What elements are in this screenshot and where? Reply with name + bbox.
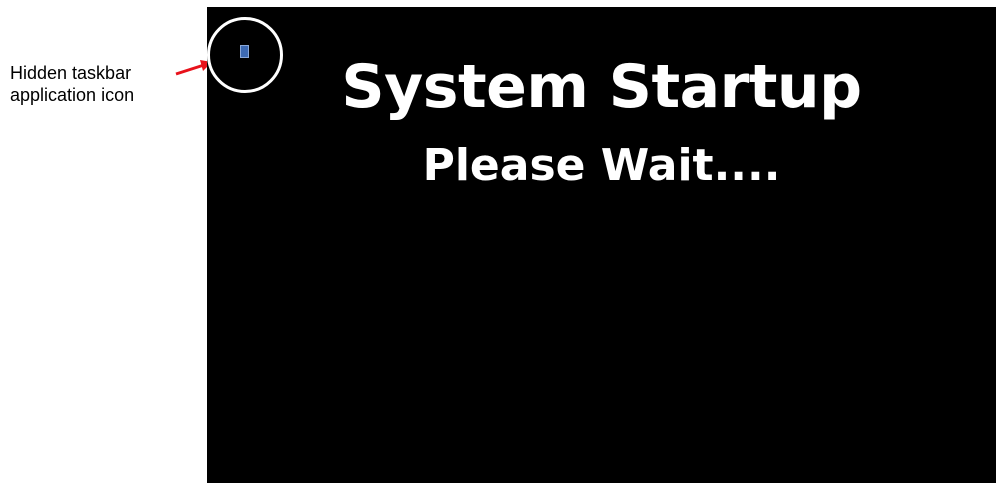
annotation-label: Hidden taskbar application icon [10,63,135,105]
startup-subtitle: Please Wait.... [422,140,781,191]
screenshot-page: Hidden taskbar application icon System S… [0,0,996,483]
startup-screen: System Startup Please Wait.... [207,7,996,483]
startup-title: System Startup [341,52,862,122]
